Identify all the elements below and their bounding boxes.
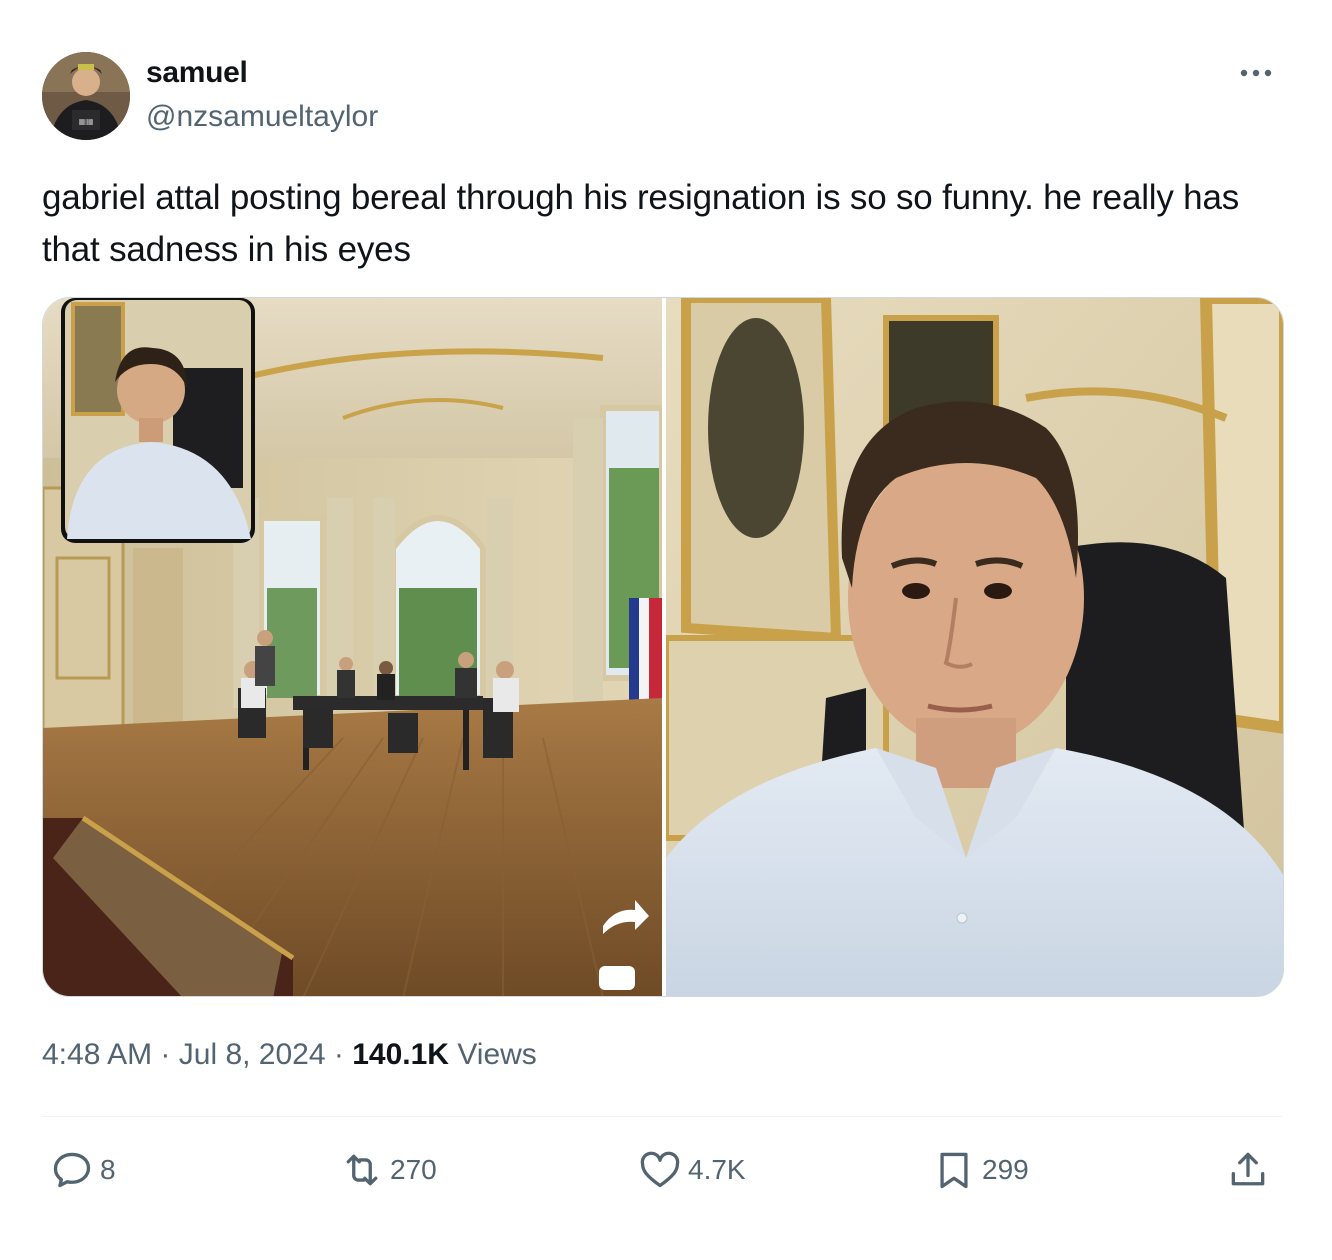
repost-button[interactable]: 270: [340, 1146, 437, 1194]
office-room-photo-icon: [43, 298, 662, 996]
reply-icon: [53, 1152, 91, 1188]
tweet-time[interactable]: 4:48 AM: [42, 1038, 152, 1071]
more-options-button[interactable]: [1234, 58, 1278, 88]
repost-icon: [346, 1154, 378, 1186]
repost-count: 270: [390, 1154, 437, 1185]
media-image-2[interactable]: [666, 298, 1283, 996]
heart-icon: [640, 1151, 680, 1188]
media-grid: [42, 297, 1284, 997]
tweet-text: gabriel attal posting bereal through his…: [42, 178, 1240, 269]
avatar-photo-icon: ▦▦: [42, 52, 130, 140]
svg-text:▦▦: ▦▦: [78, 117, 93, 126]
tweet-date[interactable]: Jul 8, 2024: [179, 1038, 326, 1071]
bookmark-button[interactable]: 299: [932, 1146, 1029, 1194]
display-name[interactable]: samuel: [146, 56, 248, 90]
divider: [42, 1116, 1282, 1117]
bookmark-count: 299: [982, 1154, 1029, 1185]
reply-count: 8: [100, 1154, 116, 1185]
share-icon: [1231, 1152, 1265, 1186]
share-button[interactable]: [1226, 1146, 1270, 1194]
meta-separator: ·: [333, 1038, 344, 1071]
bookmark-icon: [940, 1152, 968, 1189]
tweet: ▦▦ samuel @nzsamueltaylor gabriel attal …: [0, 0, 1332, 1260]
selfie-photo-icon: [666, 298, 1283, 996]
like-button[interactable]: 4.7K: [638, 1146, 746, 1194]
media-image-1[interactable]: [43, 298, 662, 996]
tweet-meta: 4:48 AM · Jul 8, 2024 · 140.1K Views: [42, 1038, 537, 1072]
avatar[interactable]: ▦▦: [42, 52, 130, 140]
meta-separator: ·: [160, 1038, 171, 1071]
user-handle[interactable]: @nzsamueltaylor: [146, 100, 378, 134]
more-icon: [1240, 69, 1272, 77]
views-count[interactable]: 140.1K: [352, 1038, 449, 1071]
views-label: Views: [457, 1038, 537, 1071]
like-count: 4.7K: [688, 1154, 746, 1185]
reply-button[interactable]: 8: [50, 1146, 116, 1194]
